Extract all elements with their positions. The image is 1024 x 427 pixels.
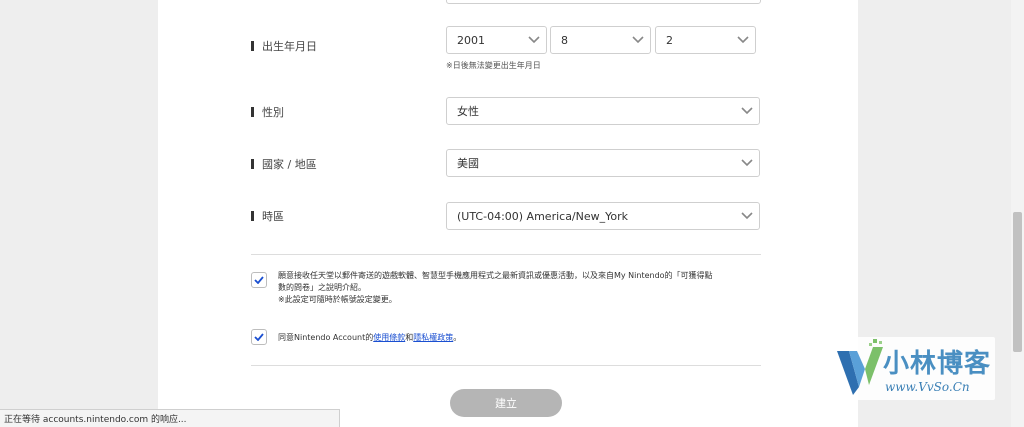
privacy-policy-link[interactable]: 隱私權政策 xyxy=(413,333,453,342)
birthdate-label: 出生年月日 xyxy=(251,39,317,53)
birth-year-value: 2001 xyxy=(457,33,485,47)
terms-checkbox[interactable] xyxy=(251,329,267,345)
timezone-label: 時區 xyxy=(251,209,284,223)
birth-day-select[interactable]: 2 xyxy=(655,26,756,54)
birthdate-label-text: 出生年月日 xyxy=(262,40,317,53)
terms-suffix: 。 xyxy=(453,333,462,342)
timezone-select[interactable]: (UTC-04:00) America/New_York xyxy=(446,202,760,230)
chevron-down-icon xyxy=(735,203,759,229)
country-label: 國家 / 地區 xyxy=(251,157,317,171)
scrollbar-thumb[interactable] xyxy=(1013,212,1022,352)
status-text: 正在等待 accounts.nintendo.com 的响应... xyxy=(4,415,187,425)
birth-day-value: 2 xyxy=(666,33,673,47)
newsletter-text: 願意接收任天堂以郵件寄送的遊戲軟體、智慧型手機應用程式之最新資訊或優惠活動，以及… xyxy=(278,270,768,306)
watermark-url: www.VvSo.Cn xyxy=(885,380,970,394)
previous-field-edge[interactable] xyxy=(446,0,761,4)
terms-prefix: 同意Nintendo Account的 xyxy=(278,333,374,342)
terms-of-use-link[interactable]: 使用條款 xyxy=(373,333,405,342)
country-label-text: 國家 / 地區 xyxy=(262,158,317,171)
chevron-down-icon xyxy=(731,27,755,53)
gender-label: 性別 xyxy=(251,105,284,119)
label-marker xyxy=(251,211,254,221)
label-marker xyxy=(251,41,254,51)
chevron-down-icon xyxy=(626,27,650,53)
browser-status-bar: 正在等待 accounts.nintendo.com 的响应... xyxy=(0,409,340,427)
birthdate-note: ※日後無法變更出生年月日 xyxy=(446,61,541,70)
divider xyxy=(251,254,761,255)
timezone-label-text: 時區 xyxy=(262,210,284,223)
chevron-down-icon xyxy=(735,150,759,176)
label-marker xyxy=(251,159,254,169)
birth-month-select[interactable]: 8 xyxy=(550,26,651,54)
newsletter-line-2: 數的問卷」之說明介紹。 xyxy=(278,283,366,292)
create-account-button[interactable]: 建立 xyxy=(450,389,562,417)
gender-label-text: 性別 xyxy=(262,106,284,119)
chevron-down-icon xyxy=(522,27,546,53)
timezone-value: (UTC-04:00) America/New_York xyxy=(457,209,629,223)
chevron-down-icon xyxy=(735,98,759,124)
divider xyxy=(251,365,761,366)
birth-year-select[interactable]: 2001 xyxy=(446,26,547,54)
watermark-logo-icon xyxy=(837,339,883,395)
newsletter-checkbox[interactable] xyxy=(251,272,267,288)
gender-select[interactable]: 女性 xyxy=(446,97,760,125)
watermark: 小林博客 www.VvSo.Cn xyxy=(833,337,995,400)
terms-text: 同意Nintendo Account的使用條款和隱私權政策。 xyxy=(278,332,768,344)
country-select[interactable]: 美國 xyxy=(446,149,760,177)
gender-value: 女性 xyxy=(457,105,479,118)
check-icon xyxy=(254,333,264,341)
birth-month-value: 8 xyxy=(561,33,568,47)
newsletter-line-3: ※此設定可隨時於帳號設定變更。 xyxy=(278,295,397,304)
check-icon xyxy=(254,276,264,284)
label-marker xyxy=(251,107,254,117)
country-value: 美國 xyxy=(457,157,479,170)
newsletter-line-1: 願意接收任天堂以郵件寄送的遊戲軟體、智慧型手機應用程式之最新資訊或優惠活動，以及… xyxy=(278,271,713,280)
watermark-title: 小林博客 xyxy=(883,349,992,379)
